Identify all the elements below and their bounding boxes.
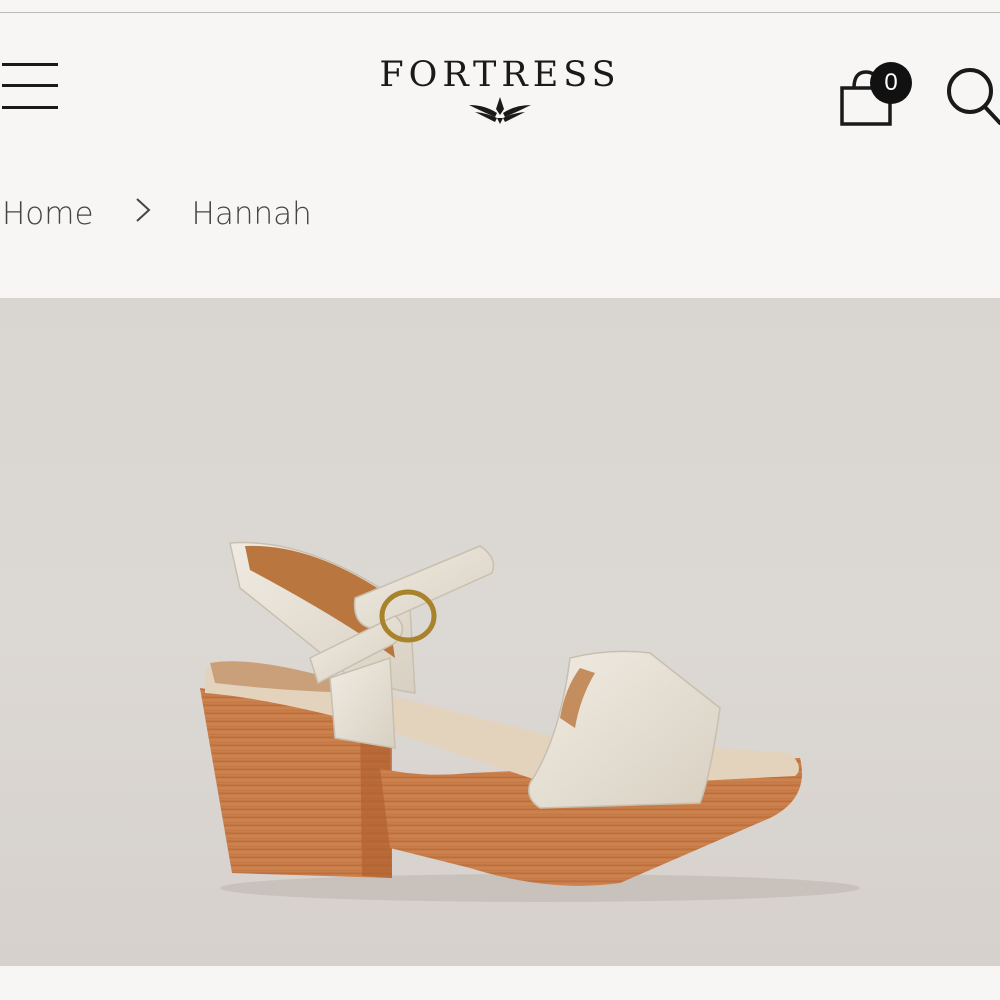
breadcrumb: Home Hannah [2, 186, 312, 242]
product-image[interactable] [0, 298, 1000, 966]
hamburger-menu-icon-line [2, 84, 58, 87]
breadcrumb-home-link[interactable]: Home [2, 196, 94, 232]
breadcrumb-current-page: Hannah [191, 196, 312, 232]
cart-count-badge: 0 [870, 62, 912, 104]
hamburger-menu-icon [2, 63, 58, 66]
search-icon [947, 68, 1000, 125]
sandal-illustration [200, 541, 860, 902]
site-header: FORTRESS 0 [0, 13, 1000, 153]
brand-name: FORTRESS [379, 55, 621, 95]
hamburger-menu-icon-line [2, 106, 58, 109]
cart-button[interactable]: 0 [836, 58, 916, 128]
menu-button[interactable] [0, 61, 62, 113]
brand-logo[interactable]: FORTRESS [340, 55, 660, 135]
search-button[interactable] [940, 63, 1000, 125]
wings-emblem-icon [469, 97, 531, 124]
chevron-right-icon [94, 195, 192, 233]
